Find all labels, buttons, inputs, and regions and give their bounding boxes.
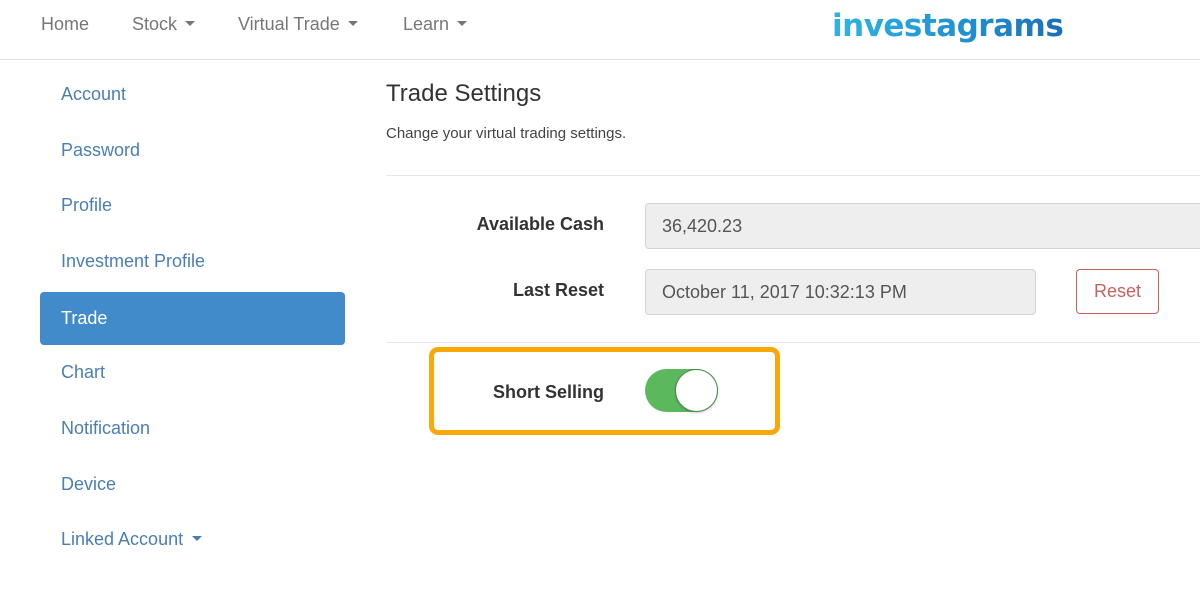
- sidebar-item-chart[interactable]: Chart: [40, 346, 345, 399]
- chevron-down-icon: [185, 20, 196, 26]
- top-navbar: Home Stock Virtual Trade Learn investagr…: [0, 0, 1200, 60]
- sidebar-item-notification[interactable]: Notification: [40, 402, 345, 455]
- page-title: Trade Settings: [386, 80, 542, 107]
- sidebar-item-profile[interactable]: Profile: [40, 179, 345, 232]
- short-selling-toggle[interactable]: [645, 369, 718, 412]
- sidebar-item-device[interactable]: Device: [40, 458, 345, 511]
- divider: [386, 175, 1200, 176]
- nav-stock-label: Stock: [132, 14, 178, 34]
- last-reset-label: Last Reset: [512, 280, 604, 300]
- reset-button[interactable]: Reset: [1076, 269, 1159, 314]
- sidebar-item-linked-account-label: Linked Account: [61, 529, 184, 549]
- toggle-knob: [675, 369, 718, 412]
- nav-learn[interactable]: Learn: [403, 12, 468, 36]
- sidebar-item-linked-account[interactable]: Linked Account: [40, 513, 345, 566]
- available-cash-field[interactable]: [645, 203, 1200, 249]
- nav-home-label: Home: [41, 14, 90, 34]
- divider: [386, 342, 1200, 343]
- nav-learn-label: Learn: [403, 14, 450, 34]
- nav-stock[interactable]: Stock: [132, 12, 196, 36]
- nav-home[interactable]: Home: [41, 12, 89, 36]
- sidebar-item-trade[interactable]: Trade: [40, 292, 345, 345]
- investagrams-logo[interactable]: investagrams: [832, 8, 1064, 44]
- sidebar-item-account[interactable]: Account: [40, 68, 345, 121]
- short-selling-label: Short Selling: [492, 382, 604, 402]
- available-cash-label: Available Cash: [476, 214, 604, 234]
- nav-virtual-trade[interactable]: Virtual Trade: [238, 12, 358, 36]
- sidebar-item-password[interactable]: Password: [40, 124, 345, 177]
- chevron-down-icon: [457, 20, 468, 26]
- sidebar-item-investment-profile[interactable]: Investment Profile: [40, 235, 345, 288]
- chevron-down-icon: [192, 535, 203, 541]
- nav-virtual-trade-label: Virtual Trade: [238, 14, 340, 34]
- chevron-down-icon: [347, 20, 358, 26]
- page-subtitle: Change your virtual trading settings.: [386, 125, 627, 142]
- last-reset-field[interactable]: [645, 269, 1036, 315]
